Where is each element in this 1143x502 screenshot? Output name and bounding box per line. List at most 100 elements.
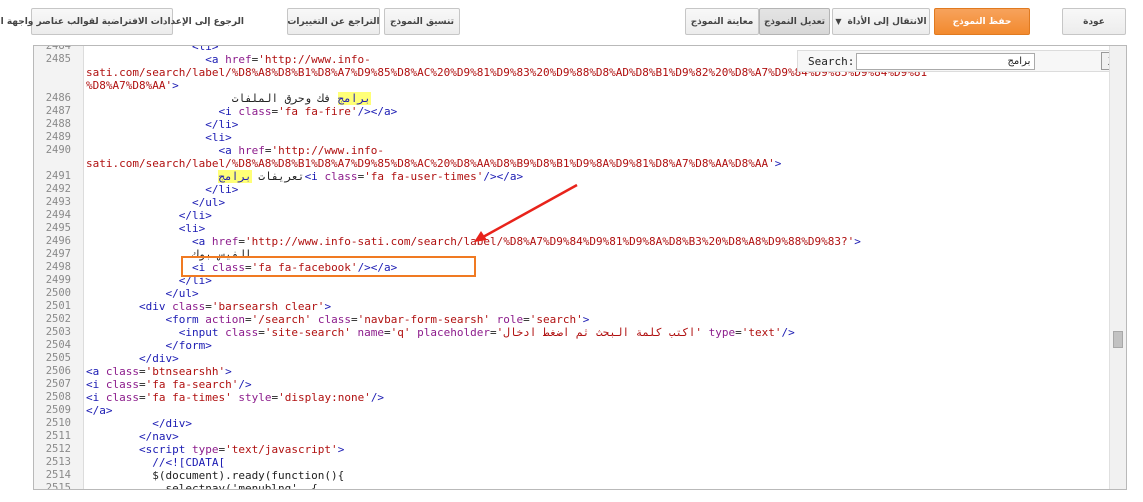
code-token: > xyxy=(774,157,782,170)
line-number: 2515 xyxy=(45,482,71,490)
code-line: 2513 //<![CDATA[ xyxy=(34,456,1110,469)
search-match: برامج xyxy=(337,92,371,105)
code-token: <a xyxy=(86,365,106,378)
code-token: class xyxy=(105,391,139,404)
line-number: 2490 xyxy=(45,144,71,156)
line-code: selectnav('menublng', { xyxy=(86,482,317,489)
code-line: 2488 </li> xyxy=(34,118,1110,131)
code-line: 2491 تعريفات برامج <i class='fa fa-user-t… xyxy=(34,170,1110,183)
code-token: 'navbar-form-searsh' xyxy=(357,313,491,326)
code-token: class xyxy=(317,313,351,326)
line-code: تعريفات برامج <i class='fa fa-user-times'… xyxy=(86,170,523,183)
code-token: href xyxy=(225,53,252,66)
vertical-scrollbar[interactable] xyxy=(1109,46,1126,489)
line-number: 2499 xyxy=(45,274,71,286)
revert-widget-defaults-button[interactable]: الرجوع إلى الإعدادات الافتراضية لقوالب ع… xyxy=(0,8,244,35)
code-token: 'http://www.info- xyxy=(271,144,385,157)
code-token: href xyxy=(211,235,239,248)
code-token: /> xyxy=(238,378,252,391)
code-token: 'barsearsh clear' xyxy=(211,300,325,313)
code-line: 2511 </nav> xyxy=(34,430,1110,443)
code-token: class xyxy=(324,170,358,183)
code-token: style xyxy=(238,391,272,404)
line-number: 2504 xyxy=(45,339,71,351)
line-number: 2495 xyxy=(45,222,71,234)
line-code: $(document).ready(function(){ xyxy=(86,469,344,482)
code-token: $(document).ready(function(){ xyxy=(86,469,345,482)
code-token: <li> xyxy=(86,45,219,53)
edit-template-button[interactable]: تعديل النموذج xyxy=(759,8,830,35)
line-number: 2511 xyxy=(45,430,71,442)
code-token: </li> xyxy=(86,209,212,222)
code-token: = xyxy=(244,313,252,326)
code-token: </li> xyxy=(86,118,239,131)
code-token: تعريفات xyxy=(86,170,305,183)
line-number: 2510 xyxy=(45,417,71,429)
line-number: 2497 xyxy=(45,248,71,260)
code-token: placeholder xyxy=(417,326,491,339)
code-token: role xyxy=(496,313,524,326)
line-code: <i class='fa fa-times' style='display:no… xyxy=(86,391,384,404)
code-token: = xyxy=(735,326,742,339)
code-token: 'q' xyxy=(390,326,411,339)
line-code: </div> xyxy=(86,352,179,365)
line-code: برامج فك وحرق الملفات xyxy=(86,92,371,105)
code-line: 2490 <a href='http://www.info- xyxy=(34,144,1110,157)
format-template-button[interactable]: تنسيق النموذج xyxy=(384,8,460,35)
code-line: 2494 </li> xyxy=(34,209,1110,222)
line-code: </li> xyxy=(86,118,238,131)
code-token: 'btnsearshh' xyxy=(145,365,226,378)
code-token: class xyxy=(105,378,139,391)
back-button[interactable]: عودة xyxy=(1062,8,1126,35)
code-token: = xyxy=(205,300,212,313)
code-token: 'http://www.info-sati.com/search/label/%… xyxy=(244,235,855,248)
line-code: </ul> xyxy=(86,287,198,300)
code-token: > xyxy=(225,365,232,378)
code-line: 2509 </a> xyxy=(34,404,1110,417)
code-line: 2508 <i class='fa fa-times' style='displa… xyxy=(34,391,1110,404)
code-token: <form xyxy=(86,313,206,326)
code-line: 2503 <input class='site-search' name='q'… xyxy=(34,326,1110,339)
code-line: 2496 <a href='http://www.info-sati.com/s… xyxy=(34,235,1110,248)
line-number: 2508 xyxy=(45,391,71,403)
code-token: <div xyxy=(86,300,173,313)
code-token: = xyxy=(139,391,146,404)
code-line: 2492 </li> xyxy=(34,183,1110,196)
jump-to-widget-dropdown[interactable]: ▼ الانتقال إلى الأداة xyxy=(832,8,930,35)
line-code: <li> xyxy=(86,222,206,235)
line-number: 2496 xyxy=(45,235,71,247)
code-token: 'http://www.info- xyxy=(258,53,371,66)
code-token: <i xyxy=(304,170,325,183)
save-template-button[interactable]: حفظ النموذج xyxy=(934,8,1030,35)
line-code: </li> xyxy=(86,183,238,196)
scrollbar-thumb[interactable] xyxy=(1113,331,1123,348)
search-input[interactable] xyxy=(856,52,1036,70)
code-token: </form> xyxy=(86,339,212,352)
line-number: 2505 xyxy=(45,352,71,364)
code-token: 'search' xyxy=(529,313,583,326)
code-token: </li> xyxy=(86,183,239,196)
code-token: </nav> xyxy=(86,430,179,443)
line-number: 2501 xyxy=(45,300,71,312)
code-token: 'text/javascript' xyxy=(225,443,338,456)
line-number: 2489 xyxy=(45,131,71,143)
line-code: </ul> xyxy=(86,196,225,209)
code-line: 2500 </ul> xyxy=(34,287,1110,300)
code-token: = xyxy=(350,313,358,326)
code-line: 2495 <li> xyxy=(34,222,1110,235)
line-number: 2493 xyxy=(45,196,71,208)
line-number: 2498 xyxy=(45,261,71,273)
code-token: 'site-search' xyxy=(264,326,351,339)
code-line: 2502 <form action='/search' class='navba… xyxy=(34,313,1110,326)
preview-template-button[interactable]: معاينة النموذج xyxy=(685,8,759,35)
code-token: = xyxy=(384,326,391,339)
code-token: action xyxy=(205,313,245,326)
code-token: name xyxy=(357,326,385,339)
line-number: 2506 xyxy=(45,365,71,377)
code-line: 2506 <a class='btnsearshh'> xyxy=(34,365,1110,378)
line-number: 2492 xyxy=(45,183,71,195)
line-code: </div> xyxy=(86,417,192,430)
revert-changes-button[interactable]: التراجع عن التغييرات xyxy=(287,8,380,35)
code-line: 2505 </div> xyxy=(34,352,1110,365)
